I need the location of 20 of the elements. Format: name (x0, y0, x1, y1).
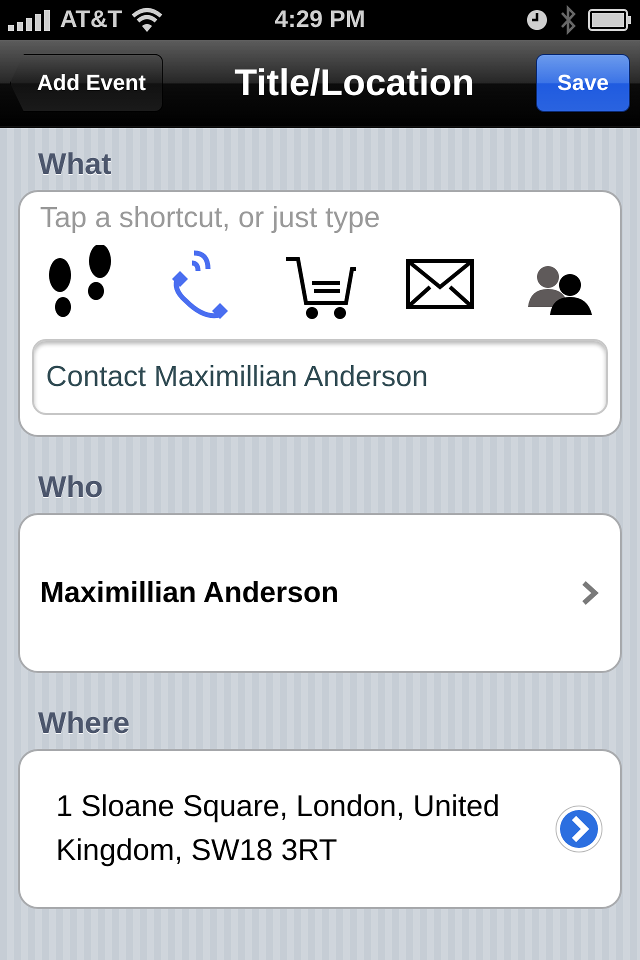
status-time: 4:29 PM (274, 6, 366, 34)
disclosure-button[interactable] (554, 804, 604, 854)
section-header: Who (37, 470, 104, 506)
address-text: 1 Sloane Square, London, United Kingdom, SW18 3RT (56, 789, 501, 869)
wifi-icon (130, 7, 164, 33)
clock-icon (526, 9, 548, 31)
contact-name: Maximillian Anderson (40, 576, 340, 610)
bluetooth-icon (560, 5, 576, 35)
chevron-icon (580, 580, 600, 606)
save-button[interactable]: Save (536, 54, 630, 112)
nav-title: Title/Location (233, 62, 476, 104)
section-header: Where (37, 706, 131, 742)
title-field[interactable]: Contact Maximillian Anderson (32, 339, 608, 415)
shortcut-hint: Tap a shortcut, or just type (39, 202, 382, 235)
back-button[interactable]: Add Event (10, 54, 163, 112)
battery-icon (588, 9, 632, 31)
who-row[interactable]: Maximillian Anderson (18, 513, 622, 673)
section-header: What (37, 147, 112, 183)
carrier-name: AT&T (60, 6, 122, 34)
signal-icon (8, 9, 52, 31)
